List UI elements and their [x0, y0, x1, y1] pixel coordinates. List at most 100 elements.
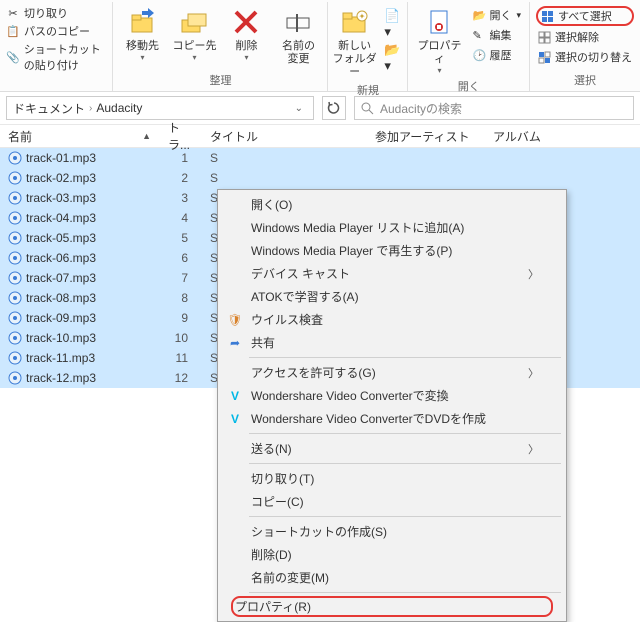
ribbon-group-organize: 移動先 ▾ コピー先 ▾ 削除 ▾ 名前の 変更 整理: [112, 2, 327, 91]
delete-button[interactable]: 削除 ▾: [223, 4, 269, 63]
audio-file-icon: [8, 191, 22, 205]
move-to-button[interactable]: 移動先 ▾: [119, 4, 165, 63]
file-track: 3: [160, 191, 202, 205]
cm-access[interactable]: アクセスを許可する(G)〉: [221, 361, 563, 384]
table-row[interactable]: track-01.mp31S: [0, 148, 640, 168]
cm-cast[interactable]: デバイス キャスト〉: [221, 262, 563, 285]
file-name-cell: track-05.mp3: [0, 231, 160, 245]
chevron-down-icon: ▾: [244, 53, 248, 63]
new-folder-button[interactable]: ✦ 新しい フォルダー: [331, 4, 378, 80]
cm-cut[interactable]: 切り取り(T): [221, 467, 563, 490]
search-icon: [361, 102, 374, 115]
search-placeholder: Audacityの検索: [380, 100, 462, 117]
file-name-cell: track-04.mp3: [0, 211, 160, 225]
history-button[interactable]: 🕑履歴: [470, 46, 523, 64]
audio-file-icon: [8, 231, 22, 245]
open-icon: 📂: [472, 9, 486, 22]
cm-share[interactable]: ➦共有: [221, 331, 563, 354]
move-to-icon: [126, 6, 158, 38]
cm-delete[interactable]: 削除(D): [221, 543, 563, 566]
file-name-cell: track-01.mp3: [0, 151, 160, 165]
cm-ws-dvd[interactable]: VWondershare Video ConverterでDVDを作成: [221, 407, 563, 430]
breadcrumb[interactable]: ドキュメント › Audacity ⌄: [6, 96, 314, 120]
ribbon: ✂ 切り取り 📋 パスのコピー 📎 ショートカットの貼り付け 移動先 ▾ コピー…: [0, 0, 640, 92]
cm-copy[interactable]: コピー(C): [221, 490, 563, 513]
cm-shortcut[interactable]: ショートカットの作成(S): [221, 520, 563, 543]
cut-button[interactable]: ✂ 切り取り: [4, 4, 108, 22]
cm-ws-convert[interactable]: VWondershare Video Converterで変換: [221, 384, 563, 407]
separator: [249, 516, 561, 517]
shield-icon: 🛡: [227, 313, 243, 327]
column-artist[interactable]: 参加アーティスト: [367, 125, 485, 147]
file-name-cell: track-07.mp3: [0, 271, 160, 285]
rename-icon: [282, 6, 314, 38]
history-icon: 🕑: [472, 49, 486, 62]
breadcrumb-dropdown[interactable]: ⌄: [291, 103, 307, 114]
easy-access-icon[interactable]: 📂▾: [384, 42, 405, 74]
column-title[interactable]: タイトル: [202, 125, 367, 147]
separator: [249, 592, 561, 593]
cm-wmp-add[interactable]: Windows Media Player リストに追加(A): [221, 216, 563, 239]
paste-shortcut-button[interactable]: 📎 ショートカットの貼り付け: [4, 40, 108, 74]
refresh-icon: [327, 101, 341, 115]
path-icon: 📋: [6, 25, 20, 38]
select-none-icon: [538, 31, 552, 44]
open-button[interactable]: 📂開く▾: [470, 6, 523, 24]
breadcrumb-seg[interactable]: Audacity: [96, 101, 142, 115]
cm-properties[interactable]: プロパティ(R): [231, 596, 553, 617]
ribbon-clipboard-extras: ✂ 切り取り 📋 パスのコピー 📎 ショートカットの貼り付け: [0, 2, 112, 91]
file-name: track-06.mp3: [26, 251, 96, 265]
file-name-cell: track-11.mp3: [0, 351, 160, 365]
wondershare-icon: V: [227, 389, 243, 403]
new-item-icon[interactable]: 📄▾: [384, 8, 405, 40]
cm-send-to[interactable]: 送る(N)〉: [221, 437, 563, 460]
cut-label: 切り取り: [24, 5, 68, 21]
file-track: 6: [160, 251, 202, 265]
cm-atok[interactable]: ATOKで学習する(A): [221, 285, 563, 308]
edit-icon: ✎: [472, 29, 486, 42]
select-all-button[interactable]: すべて選択: [536, 6, 634, 26]
chevron-right-icon: 〉: [528, 266, 539, 282]
chevron-down-icon: ▾: [437, 66, 441, 76]
breadcrumb-seg[interactable]: ドキュメント: [13, 100, 85, 117]
file-track: 4: [160, 211, 202, 225]
share-icon: ➦: [227, 336, 243, 350]
separator: [249, 433, 561, 434]
table-row[interactable]: track-02.mp32S: [0, 168, 640, 188]
audio-file-icon: [8, 331, 22, 345]
file-name: track-04.mp3: [26, 211, 96, 225]
copy-to-label: コピー先: [172, 40, 216, 53]
file-name: track-05.mp3: [26, 231, 96, 245]
chevron-right-icon[interactable]: ›: [89, 103, 92, 114]
shortcut-icon: 📎: [6, 51, 20, 64]
invert-selection-button[interactable]: 選択の切り替え: [536, 48, 634, 66]
cm-rename[interactable]: 名前の変更(M): [221, 566, 563, 589]
wondershare-icon: V: [227, 412, 243, 426]
edit-button[interactable]: ✎編集: [470, 26, 523, 44]
copy-to-button[interactable]: コピー先 ▾: [171, 4, 217, 63]
rename-button[interactable]: 名前の 変更: [275, 4, 321, 66]
file-track: 8: [160, 291, 202, 305]
column-track[interactable]: トラ...: [160, 125, 202, 147]
select-none-button[interactable]: 選択解除: [536, 28, 634, 46]
column-name[interactable]: 名前▲: [0, 125, 160, 147]
file-name-cell: track-12.mp3: [0, 371, 160, 385]
column-album[interactable]: アルバム: [485, 125, 640, 147]
cm-virus[interactable]: 🛡ウイルス検査: [221, 308, 563, 331]
svg-text:✦: ✦: [358, 12, 365, 21]
properties-button[interactable]: プロパティ ▾: [414, 4, 464, 76]
delete-label: 削除: [235, 40, 257, 53]
copy-path-button[interactable]: 📋 パスのコピー: [4, 22, 108, 40]
ribbon-group-open: プロパティ ▾ 📂開く▾ ✎編集 🕑履歴 開く: [407, 2, 529, 91]
search-input[interactable]: Audacityの検索: [354, 96, 634, 120]
file-track: 9: [160, 311, 202, 325]
cm-wmp-play[interactable]: Windows Media Player で再生する(P): [221, 239, 563, 262]
rename-label: 名前の 変更: [282, 40, 315, 66]
properties-label: プロパティ: [414, 40, 464, 66]
refresh-button[interactable]: [322, 96, 346, 120]
audio-file-icon: [8, 311, 22, 325]
file-track: 11: [160, 351, 202, 365]
separator: [249, 463, 561, 464]
select-all-icon: [541, 10, 555, 23]
cm-open[interactable]: 開く(O): [221, 193, 563, 216]
